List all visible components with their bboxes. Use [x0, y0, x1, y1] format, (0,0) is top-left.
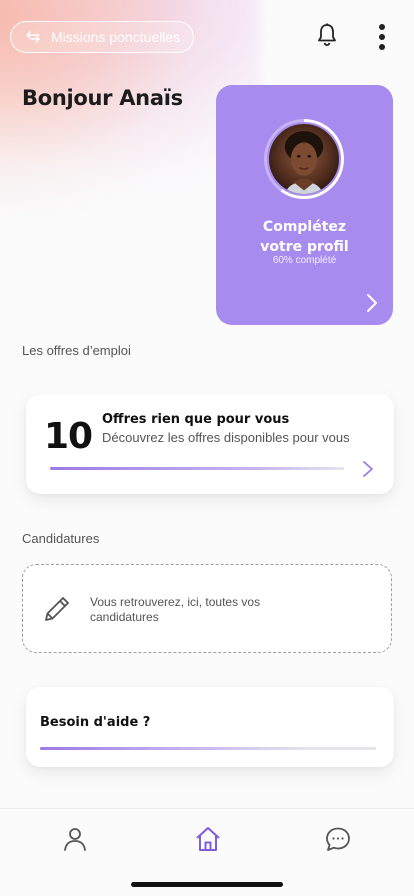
home-icon[interactable]	[194, 825, 222, 853]
pencil-icon	[45, 597, 69, 621]
help-progress-bar	[40, 747, 376, 750]
profile-card-title: Complétez votre profil	[260, 219, 349, 255]
chevron-right-icon	[367, 294, 377, 312]
job-offers-card[interactable]: 10 Offres rien que pour vous Découvrez l…	[26, 394, 394, 494]
offers-description: Découvrez les offres disponibles pour vo…	[102, 430, 350, 445]
more-vertical-icon[interactable]	[372, 24, 392, 50]
help-title: Besoin d'aide ?	[40, 715, 151, 730]
greeting-title: Bonjour Anaïs	[22, 86, 183, 110]
mode-switch-button[interactable]: Missions ponctuelles	[10, 21, 194, 53]
profile-completion-text: 60% complété	[272, 255, 337, 266]
applications-empty-text: Vous retrouverez, ici, toutes vos candid…	[90, 595, 261, 624]
home-indicator[interactable]	[131, 882, 283, 887]
applications-empty-state: Vous retrouverez, ici, toutes vos candid…	[22, 564, 392, 653]
home-screen: Missions ponctuelles Bonjour Anaïs Compl…	[0, 0, 414, 896]
applications-section-label: Candidatures	[22, 531, 100, 546]
offers-progress-bar	[50, 467, 344, 470]
offers-count: 10	[44, 416, 93, 457]
chat-icon[interactable]	[324, 825, 352, 853]
swap-arrows-icon	[26, 31, 40, 43]
avatar	[267, 122, 341, 196]
help-card[interactable]: Besoin d'aide ?	[26, 687, 394, 767]
job-offers-section-label: Les offres d’emploi	[22, 343, 131, 358]
user-icon[interactable]	[61, 825, 89, 853]
mode-switch-label: Missions ponctuelles	[51, 29, 181, 45]
offers-title: Offres rien que pour vous	[102, 412, 290, 427]
bell-icon[interactable]	[316, 22, 338, 48]
profile-completion-card[interactable]: Complétez votre profil 60% complété	[216, 85, 393, 325]
chevron-right-icon[interactable]	[362, 460, 374, 478]
profile-progress-ring	[264, 119, 344, 199]
